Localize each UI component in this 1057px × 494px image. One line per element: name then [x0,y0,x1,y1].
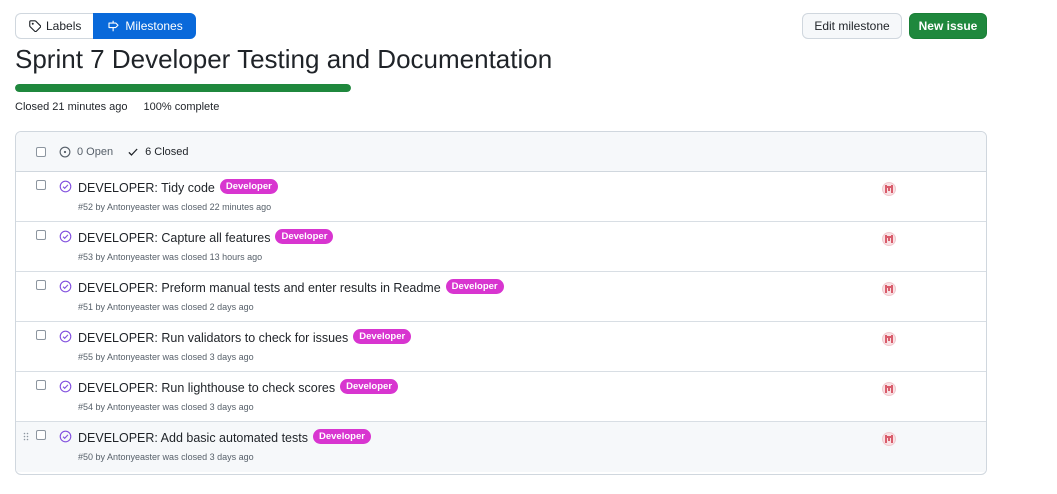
milestone-closed-text: Closed 21 minutes ago [15,101,128,113]
assignee-avatar-icon[interactable] [882,332,896,346]
label-badge[interactable]: Developer [353,329,412,344]
issue-checkbox[interactable] [36,430,46,440]
issue-title-text: DEVELOPER: Capture all features [78,230,271,245]
select-all-checkbox[interactable] [36,146,46,157]
issue-closed-icon [59,230,72,243]
issue-title-link[interactable]: DEVELOPER: Run lighthouse to check score… [78,379,399,395]
issue-open-icon [59,146,71,157]
issue-title-link[interactable]: DEVELOPER: Run validators to check for i… [78,329,412,345]
issue-title-link[interactable]: DEVELOPER: Tidy code Developer [78,179,278,195]
label-badge[interactable]: Developer [275,229,334,244]
issue-row[interactable]: DEVELOPER: Tidy code Developer #52 by Anto… [16,172,986,222]
issue-meta: #55 by Antonyeaster was closed 3 days ag… [78,352,254,362]
issue-title-link[interactable]: DEVELOPER: Preform manual tests and ente… [78,279,504,295]
issue-checkbox[interactable] [36,180,46,190]
issue-checkbox[interactable] [36,280,46,290]
issue-title-link[interactable]: DEVELOPER: Capture all features Developer [78,229,334,245]
issue-checkbox[interactable] [36,230,46,240]
assignee-avatar-icon[interactable] [882,232,896,246]
issue-closed-icon [59,180,72,193]
filter-closed[interactable]: 6 Closed [127,145,189,158]
issue-checkbox[interactable] [36,380,46,390]
tag-icon [29,20,41,32]
issue-title-text: DEVELOPER: Tidy code [78,180,215,195]
milestone-title: Sprint 7 Developer Testing and Documenta… [15,44,553,74]
label-badge[interactable]: Developer [312,429,371,444]
issue-row[interactable]: DEVELOPER: Preform manual tests and ente… [16,272,986,322]
assignee-avatar-icon[interactable] [882,282,896,296]
tab-milestones[interactable]: Milestones [93,13,196,39]
issue-title-link[interactable]: DEVELOPER: Add basic automated tests Deve… [78,429,371,445]
issue-row[interactable]: DEVELOPER: Capture all features Developer… [16,222,986,272]
milestone-meta: Closed 21 minutes ago 100% complete [15,101,219,113]
milestone-complete-text: 100% complete [143,101,220,113]
issue-meta: #51 by Antonyeaster was closed 2 days ag… [78,302,254,312]
issue-meta: #53 by Antonyeaster was closed 13 hours … [78,252,263,262]
filter-open[interactable]: 0 Open [59,146,113,158]
issue-row[interactable]: DEVELOPER: Run lighthouse to check score… [16,372,986,422]
issue-title-text: DEVELOPER: Add basic automated tests [78,430,308,445]
issue-closed-icon [59,280,72,293]
assignee-avatar-icon[interactable] [882,432,896,446]
assignee-avatar-icon[interactable] [882,182,896,196]
new-issue-button[interactable]: New issue [909,13,987,39]
tab-nav: Labels Milestones [15,13,196,39]
issue-closed-icon [59,380,72,393]
issue-title-text: DEVELOPER: Preform manual tests and ente… [78,280,441,295]
tab-milestones-text: Milestones [125,19,183,33]
issue-list: 0 Open 6 Closed DEVELOPER: Tidy code Deve… [15,131,987,475]
issue-title-text: DEVELOPER: Run lighthouse to check score… [78,380,336,395]
issue-row[interactable]: DEVELOPER: Add basic automated tests Deve… [16,422,986,472]
issue-checkbox[interactable] [36,330,46,340]
milestone-progress-fill [15,84,351,92]
filter-open-text: 0 Open [77,145,114,158]
tab-labels[interactable]: Labels [15,13,94,39]
issue-list-header: 0 Open 6 Closed [16,132,986,172]
label-badge[interactable]: Developer [219,179,278,194]
issue-row[interactable]: DEVELOPER: Run validators to check for i… [16,322,986,372]
label-badge[interactable]: Developer [445,279,504,294]
drag-handle-icon[interactable] [23,432,29,441]
check-icon [128,148,138,156]
milestone-progress-bar [15,84,351,92]
issue-meta: #54 by Antonyeaster was closed 3 days ag… [78,402,254,412]
filter-closed-text: 6 Closed [145,145,189,158]
issue-closed-icon [59,430,72,443]
issue-meta: #50 by Antonyeaster was closed 3 days ag… [78,452,254,462]
issue-closed-icon [59,330,72,343]
tab-labels-text: Labels [46,19,82,33]
issue-meta: #52 by Antonyeaster was closed 22 minute… [78,202,272,212]
edit-milestone-button[interactable]: Edit milestone [802,13,902,39]
issue-title-text: DEVELOPER: Run validators to check for i… [78,330,349,345]
assignee-avatar-icon[interactable] [882,382,896,396]
label-badge[interactable]: Developer [340,379,399,394]
milestone-icon [108,20,119,32]
